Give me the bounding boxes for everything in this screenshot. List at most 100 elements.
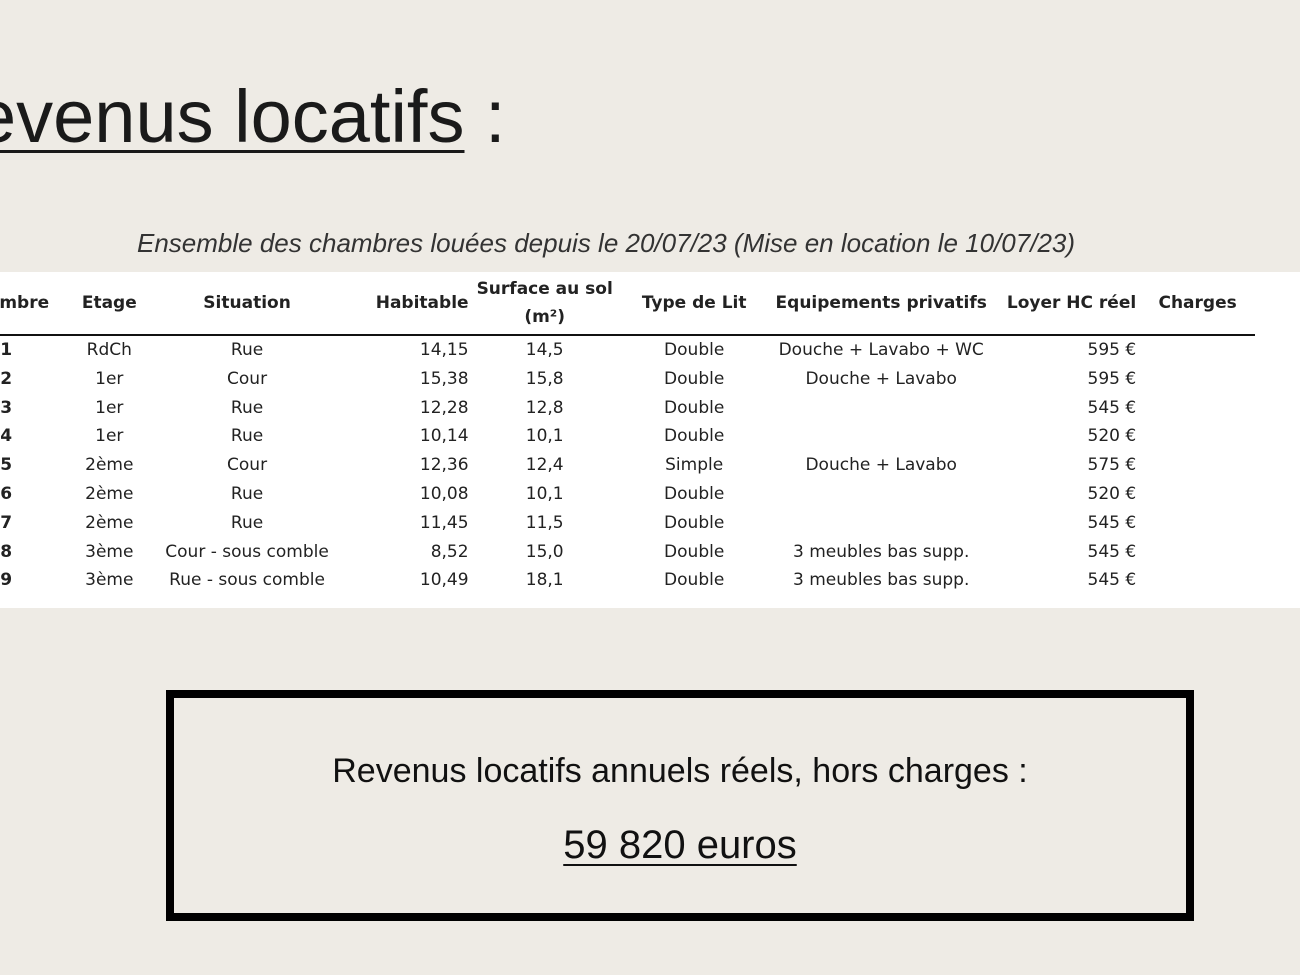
cell-type-lit: Double bbox=[664, 368, 725, 389]
cell-chambre: 8 bbox=[0, 541, 13, 562]
header-chambre: Chambre bbox=[0, 272, 58, 336]
cell-chambre: 9 bbox=[0, 570, 13, 591]
table-row: 8 3ème Cour - sous comble 8,52 15,0 Double 3 m… bbox=[0, 538, 1255, 567]
table-row: 7 2ème Rue 11,45 11,5 Double 545 € bbox=[0, 509, 1255, 538]
cell-etage: 2ème bbox=[85, 483, 134, 504]
table-row: 1 RdCh Rue 14,15 14,5 Double Douche + Lavabo +… bbox=[0, 335, 1255, 365]
summary-box: Revenus locatifs annuels réels, hors cha… bbox=[166, 690, 1194, 921]
cell-etage: 3ème bbox=[85, 541, 134, 562]
cell-habitable: 10,08 bbox=[419, 483, 469, 504]
cell-surface: 12,4 bbox=[525, 455, 564, 476]
table-caption: Ensemble des chambres louées depuis le 2… bbox=[137, 228, 1076, 258]
cell-habitable: 11,45 bbox=[419, 512, 469, 533]
cell-chambre: 6 bbox=[0, 483, 13, 504]
cell-loyer: 520 € bbox=[1087, 483, 1137, 504]
header-loyer: Loyer HC réel bbox=[990, 272, 1141, 336]
cell-loyer: 545 € bbox=[1087, 512, 1137, 533]
header-surface: Surface au sol (m²) bbox=[472, 272, 617, 336]
cell-etage: 3ème bbox=[85, 570, 134, 591]
cell-situation: Rue bbox=[230, 512, 264, 533]
page-title-colon: : bbox=[464, 75, 506, 158]
cell-habitable: 8,52 bbox=[430, 541, 469, 562]
cell-surface: 15,8 bbox=[525, 368, 564, 389]
cell-etage: RdCh bbox=[86, 340, 132, 360]
cell-chambre: 2 bbox=[0, 368, 13, 389]
table-row: 6 2ème Rue 10,08 10,1 Double 520 € bbox=[0, 480, 1255, 509]
cell-surface: 10,1 bbox=[525, 426, 564, 447]
cell-surface: 15,0 bbox=[525, 541, 564, 562]
table-row: 5 2ème Cour 12,36 12,4 Simple Douche + Lavabo 5… bbox=[0, 451, 1255, 480]
cell-type-lit: Double bbox=[664, 512, 725, 533]
cell-etage: 2ème bbox=[85, 512, 134, 533]
summary-label: Revenus locatifs annuels réels, hors cha… bbox=[332, 752, 1028, 790]
cell-type-lit: Double bbox=[664, 340, 725, 360]
cell-equipements: Douche + Lavabo + WC bbox=[778, 340, 984, 360]
cell-habitable: 14,15 bbox=[419, 340, 469, 360]
cell-habitable: 12,28 bbox=[419, 397, 469, 418]
cell-type-lit: Double bbox=[664, 397, 725, 418]
header-equipements: Equipements privatifs bbox=[771, 272, 991, 336]
summary-value: 59 820 euros bbox=[174, 820, 1186, 870]
header-situation: Situation bbox=[161, 272, 333, 336]
table-body: 1 RdCh Rue 14,15 14,5 Double Douche + Lavabo +… bbox=[0, 335, 1255, 595]
cell-charges bbox=[1140, 394, 1255, 423]
cell-chambre: 7 bbox=[0, 512, 13, 533]
cell-loyer: 520 € bbox=[1087, 426, 1137, 447]
cell-equipements bbox=[772, 480, 991, 509]
cell-etage: 1er bbox=[95, 368, 124, 389]
cell-loyer: 545 € bbox=[1087, 397, 1137, 418]
cell-etage: 2ème bbox=[85, 455, 134, 476]
cell-situation: Rue bbox=[230, 426, 264, 447]
rooms-table-panel: Chambre Etage Situation Habitable Surfac… bbox=[0, 272, 1300, 608]
table-row: 4 1er Rue 10,14 10,1 Double 520 € bbox=[0, 422, 1255, 451]
cell-equipements bbox=[772, 394, 991, 423]
cell-loyer: 545 € bbox=[1087, 570, 1137, 591]
cell-situation: Rue bbox=[230, 397, 264, 418]
cell-habitable: 12,36 bbox=[419, 455, 469, 476]
header-habitable: Habitable bbox=[332, 272, 473, 336]
cell-type-lit: Double bbox=[664, 570, 725, 591]
cell-surface: 18,1 bbox=[525, 570, 564, 591]
cell-charges bbox=[1140, 538, 1255, 567]
cell-charges bbox=[1140, 509, 1255, 538]
cell-etage: 1er bbox=[95, 426, 124, 447]
cell-charges bbox=[1140, 451, 1255, 480]
cell-charges bbox=[1140, 566, 1255, 595]
cell-type-lit: Double bbox=[664, 426, 725, 447]
page-title-text: evenus locatifs bbox=[0, 75, 465, 158]
rooms-table: Chambre Etage Situation Habitable Surfac… bbox=[0, 272, 1255, 595]
table-header-row: Chambre Etage Situation Habitable Surfac… bbox=[0, 272, 1255, 336]
cell-equipements: Douche + Lavabo bbox=[805, 368, 957, 389]
cell-chambre: 5 bbox=[0, 455, 13, 476]
header-surface-line1: Surface au sol bbox=[476, 279, 613, 299]
cell-surface: 14,5 bbox=[525, 340, 564, 360]
header-type-lit: Type de Lit bbox=[616, 272, 772, 336]
cell-surface: 11,5 bbox=[525, 512, 564, 533]
cell-situation: Cour - sous comble bbox=[165, 541, 329, 562]
cell-situation: Cour bbox=[227, 455, 268, 476]
header-surface-line2: (m²) bbox=[524, 307, 566, 327]
cell-chambre: 3 bbox=[0, 397, 13, 418]
cell-equipements bbox=[772, 422, 991, 451]
cell-surface: 12,8 bbox=[525, 397, 564, 418]
cell-loyer: 595 € bbox=[1087, 340, 1137, 360]
cell-equipements: 3 meubles bas supp. bbox=[793, 570, 970, 591]
cell-situation: Rue - sous comble bbox=[169, 570, 325, 591]
cell-chambre: 1 bbox=[0, 340, 13, 360]
table-row: 3 1er Rue 12,28 12,8 Double 545 € bbox=[0, 394, 1255, 423]
header-etage: Etage bbox=[57, 272, 162, 336]
cell-charges bbox=[1140, 480, 1255, 509]
cell-charges bbox=[1140, 365, 1255, 394]
table-row: 9 3ème Rue - sous comble 10,49 18,1 Double 3 m… bbox=[0, 566, 1255, 595]
cell-habitable: 15,38 bbox=[419, 368, 469, 389]
cell-type-lit: Simple bbox=[665, 455, 724, 476]
cell-loyer: 595 € bbox=[1087, 368, 1137, 389]
cell-situation: Rue bbox=[230, 483, 264, 504]
cell-situation: Rue bbox=[230, 340, 264, 360]
table-row: 2 1er Cour 15,38 15,8 Double Douche + Lavabo 59… bbox=[0, 365, 1255, 394]
cell-equipements: Douche + Lavabo bbox=[805, 455, 957, 476]
cell-loyer: 575 € bbox=[1087, 455, 1137, 476]
summary-value-text: 59 820 euros bbox=[563, 823, 797, 867]
cell-equipements: 3 meubles bas supp. bbox=[793, 541, 970, 562]
cell-chambre: 4 bbox=[0, 426, 13, 447]
